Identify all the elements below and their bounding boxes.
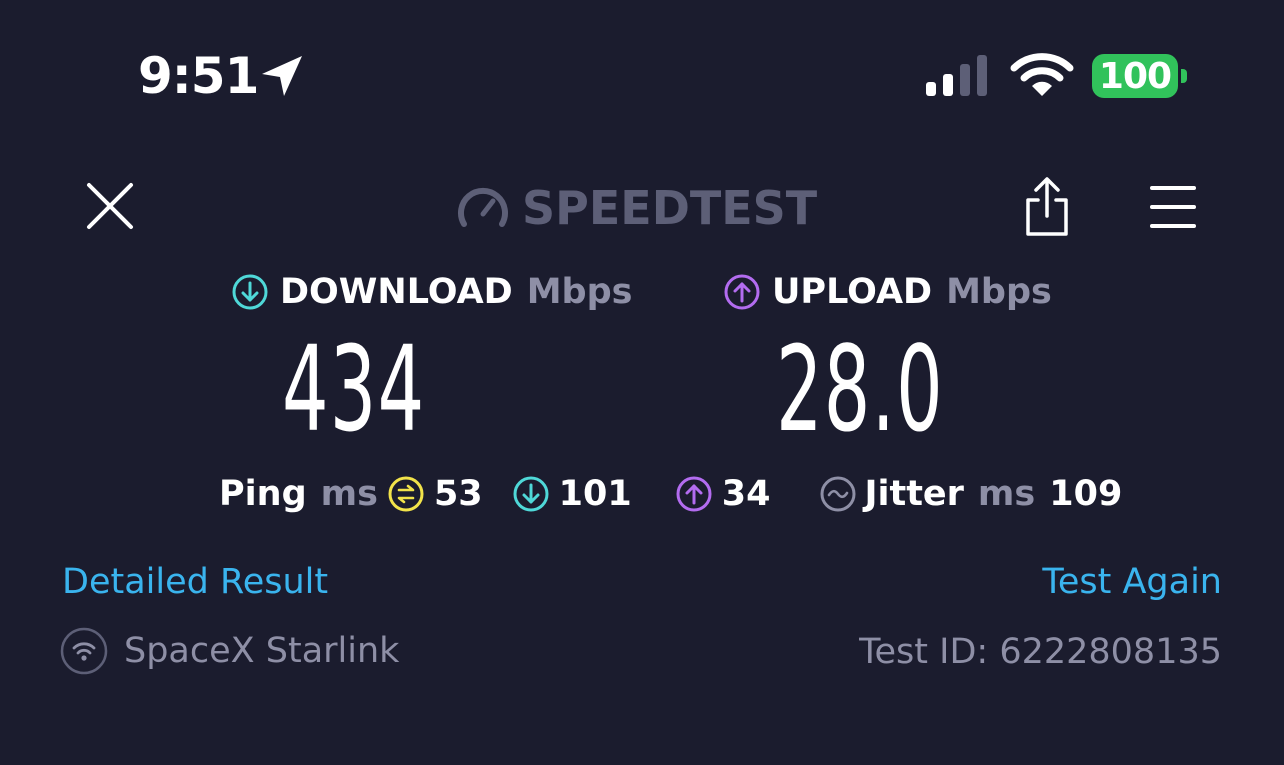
download-speed-value: 434 (282, 320, 426, 458)
upload-heading: UPLOAD Mbps (724, 270, 1052, 314)
share-icon (1026, 177, 1068, 236)
ping-unit: ms (320, 474, 378, 514)
jitter-unit: ms (977, 474, 1036, 514)
test-id: Test ID: 6222808135 (859, 632, 1222, 672)
test-again-link[interactable]: Test Again (1042, 560, 1222, 604)
status-time: 9:51 (138, 47, 259, 105)
ping-upload-value: 34 (721, 474, 771, 514)
upload-unit: Mbps (946, 272, 1052, 312)
ping-idle-icon (388, 476, 424, 512)
upload-speed-value: 28.0 (776, 320, 944, 458)
location-arrow-icon (262, 56, 302, 96)
wifi-icon (1010, 53, 1074, 96)
menu-button[interactable] (1148, 184, 1198, 230)
download-label: DOWNLOAD (280, 272, 513, 312)
ping-row: Ping ms 53 101 34 Jitter ms 109 (219, 472, 1122, 516)
battery-tip (1181, 69, 1187, 83)
ping-label: Ping (219, 474, 307, 514)
hamburger-menu-icon (1150, 186, 1196, 228)
download-arrow-icon (232, 274, 268, 310)
close-icon (87, 183, 133, 229)
app-logo: SPEEDTEST (522, 181, 818, 235)
jitter-wave-icon (820, 476, 856, 512)
ping-download-icon (513, 476, 549, 512)
ping-idle-value: 53 (433, 474, 483, 514)
provider-info: SpaceX Starlink (60, 626, 399, 676)
battery-level: 100 (1098, 55, 1172, 97)
jitter-label: Jitter (864, 474, 964, 514)
ping-upload-icon (676, 476, 712, 512)
download-unit: Mbps (526, 272, 633, 312)
provider-name: SpaceX Starlink (124, 631, 400, 671)
jitter-value: 109 (1049, 474, 1123, 514)
close-button[interactable] (84, 180, 136, 232)
battery-indicator: 100 (1092, 54, 1178, 98)
detailed-result-link[interactable]: Detailed Result (62, 560, 328, 604)
share-button[interactable] (1022, 176, 1072, 238)
upload-label: UPLOAD (772, 272, 933, 312)
ping-download-value: 101 (558, 474, 632, 514)
speedometer-icon (458, 187, 508, 227)
download-heading: DOWNLOAD Mbps (232, 270, 633, 314)
wifi-circle-icon (60, 627, 108, 675)
upload-arrow-icon (724, 274, 760, 310)
cellular-signal-icon (926, 55, 987, 96)
